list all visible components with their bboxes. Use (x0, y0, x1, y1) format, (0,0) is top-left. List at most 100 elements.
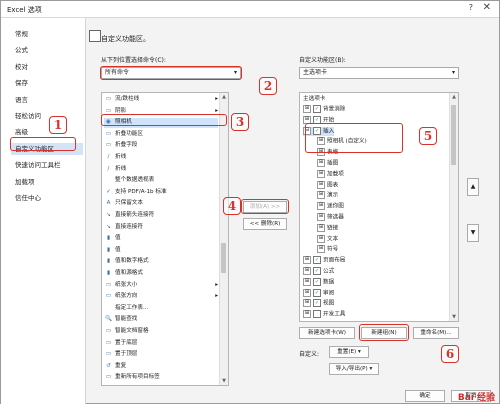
command-item[interactable]: 整个数据透视表 (104, 176, 218, 186)
expand-icon[interactable]: ⊞ (303, 299, 311, 308)
tree-item[interactable]: ⊞ 文本 (317, 234, 338, 244)
scroll-up-icon[interactable]: ▲ (450, 93, 458, 101)
tree-item[interactable]: ⊞ 演示 (317, 191, 338, 200)
command-item[interactable]: ↘ 直接连接符 (104, 223, 218, 233)
nav-item[interactable]: 加载项 (15, 176, 35, 188)
commands-list[interactable]: ▲ ▼ ▭ 流/跌柱线 ▸ ▭ 阴影 ▸ ◉ 照相机 ▭ 折叠功能区 ▭ 折叠字段 ∕ 折线 ∕ 折线 整个数据… (101, 92, 229, 386)
tree-item[interactable]: ⊞ ✓ 视图 (303, 299, 334, 308)
scroll-thumb[interactable] (221, 243, 226, 273)
command-item[interactable]: 指定工作表... (104, 304, 218, 314)
tab-checkbox[interactable] (313, 310, 321, 319)
command-item[interactable]: ▭ 折叠功能区 (104, 130, 218, 140)
nav-item[interactable]: 轻松访问 (15, 110, 41, 122)
command-item[interactable]: ▭ 折叠字段 (104, 141, 218, 151)
scroll-down-icon[interactable]: ▼ (220, 377, 228, 385)
tree-item[interactable]: ⊞ 链接 (317, 223, 338, 233)
tab-checkbox[interactable]: ✓ (313, 267, 321, 275)
tree-item[interactable]: ⊞ 图表 (317, 180, 338, 190)
nav-item[interactable]: 快速访问工具栏 (15, 159, 61, 171)
tree-item[interactable]: ⊞ 插图 (317, 159, 338, 168)
command-item[interactable]: ▮ 值和源格式 (104, 269, 218, 279)
tab-checkbox[interactable]: ✓ (313, 256, 321, 265)
expand-icon[interactable]: ⊞ (303, 288, 311, 297)
tree-item[interactable]: ⊞ 符号 (317, 245, 338, 254)
tree-item[interactable]: ⊞ ✓ 数据 (303, 277, 334, 287)
command-item[interactable]: ▮ 值 (104, 246, 218, 256)
close-icon[interactable]: ✕ (483, 2, 491, 13)
new-tab-button[interactable]: 新建选项卡(W) (299, 327, 355, 339)
scroll-down-icon[interactable]: ▼ (450, 313, 458, 321)
tree-item[interactable]: ⊞ 开发工具 (303, 310, 345, 319)
expand-icon[interactable]: ⊞ (317, 191, 325, 200)
command-icon: ▮ (106, 258, 111, 265)
command-item[interactable]: ↺ 重复 (104, 362, 218, 372)
expand-icon[interactable]: ⊞ (317, 159, 325, 167)
tree-item[interactable]: ⊞ ✓ 页面布局 (303, 256, 345, 265)
expand-icon[interactable]: ⊞ (317, 202, 325, 211)
command-item[interactable]: ▮ 值 (104, 234, 218, 244)
expand-icon[interactable]: ⊞ (303, 105, 311, 113)
command-label: 智能查找 (115, 316, 138, 323)
command-item[interactable]: ↘ 直接箭头连接符 (104, 211, 218, 221)
tree-item[interactable]: ⊞ 加载项 (317, 169, 344, 179)
command-item[interactable]: A 只保留文本 (104, 199, 218, 209)
nav-item[interactable]: 常规 (15, 28, 28, 40)
command-item[interactable]: ∕ 折线 (104, 165, 218, 175)
nav-item[interactable]: 信任中心 (15, 192, 41, 204)
nav-item[interactable]: 公式 (15, 44, 28, 56)
nav-item[interactable]: 校对 (15, 61, 28, 73)
expand-icon[interactable]: ⊞ (303, 310, 311, 319)
command-item[interactable]: ▭ 置于底层 (104, 339, 218, 349)
command-label: 值和数字格式 (115, 258, 149, 265)
command-item[interactable]: ∕ 折线 (104, 153, 218, 163)
command-item[interactable]: ▭ 重新所有项目标签 (104, 373, 218, 383)
command-item[interactable]: ▭ 智能文档窗格 (104, 327, 218, 337)
tree-item[interactable]: ⊞ ✓ 审阅 (303, 288, 334, 298)
nav-item[interactable]: 保存 (15, 77, 28, 89)
reset-button[interactable]: 重置(E) ▾ (329, 346, 369, 358)
expand-icon[interactable]: ⊞ (317, 213, 325, 221)
expand-icon[interactable]: ⊞ (317, 180, 325, 189)
tab-checkbox[interactable]: ✓ (313, 288, 321, 297)
tree-item[interactable]: ⊞ ✓ 背景消除 (303, 105, 345, 114)
command-item[interactable]: ▭ 流/跌柱线 ▸ (104, 95, 218, 105)
command-item[interactable]: ▭ 纸张方向 ▸ (104, 292, 218, 302)
scroll-thumb[interactable] (451, 105, 456, 165)
tab-checkbox[interactable]: ✓ (313, 277, 321, 286)
rename-button[interactable]: 重命名(M)... (413, 327, 459, 339)
expand-icon[interactable]: ⊞ (317, 169, 325, 178)
move-up-icon[interactable]: ▲ (467, 178, 479, 196)
tree-item[interactable]: ⊞ 迷你图 (317, 202, 344, 211)
remove-button[interactable]: << 删除(R) (243, 218, 287, 230)
tab-checkbox[interactable]: ✓ (313, 299, 321, 308)
command-item[interactable]: ▭ 纸张大小 ▸ (104, 281, 218, 291)
tree-item[interactable]: ⊞ 筛选器 (317, 213, 344, 222)
expand-icon[interactable]: ⊞ (303, 256, 311, 265)
expand-icon[interactable]: ⊞ (317, 223, 325, 232)
command-item[interactable]: ▭ 置于顶层 (104, 350, 218, 360)
ok-button[interactable]: 确定 (405, 390, 445, 402)
tree-item[interactable]: ⊞ ✓ 公式 (303, 267, 334, 276)
command-item[interactable]: ✓ 支持 PDF/A-1b 标准 (104, 188, 218, 198)
command-icon: ▭ (105, 351, 112, 358)
expand-icon[interactable]: ⊞ (303, 277, 311, 286)
command-item[interactable]: ▮ 值和数字格式 (104, 257, 218, 267)
scroll-up-icon[interactable]: ▲ (220, 93, 228, 101)
command-icon: ✓ (106, 188, 111, 195)
command-label: 纸张大小 (115, 281, 138, 288)
expand-icon[interactable]: ⊞ (317, 234, 325, 243)
help-icon[interactable]: ? (469, 3, 473, 12)
command-label: 指定工作表... (115, 304, 149, 311)
ribbon-tabs-combo[interactable]: 主选项卡 ▾ (299, 67, 459, 79)
expand-icon[interactable]: ⊞ (303, 267, 311, 275)
nav-item[interactable]: 语言 (15, 94, 28, 106)
tree-label: 加载项 (327, 171, 344, 178)
command-icon: ▭ (105, 281, 112, 288)
command-item[interactable]: 🔍 智能查找 (104, 315, 218, 325)
tree-scrollbar[interactable]: ▲ ▼ (449, 93, 458, 321)
import-export-button[interactable]: 导入/导出(P) ▾ (329, 363, 379, 375)
commands-scrollbar[interactable]: ▲ ▼ (219, 93, 228, 385)
expand-icon[interactable]: ⊞ (317, 245, 325, 254)
move-down-icon[interactable]: ▼ (467, 224, 479, 242)
tab-checkbox[interactable]: ✓ (313, 105, 321, 113)
